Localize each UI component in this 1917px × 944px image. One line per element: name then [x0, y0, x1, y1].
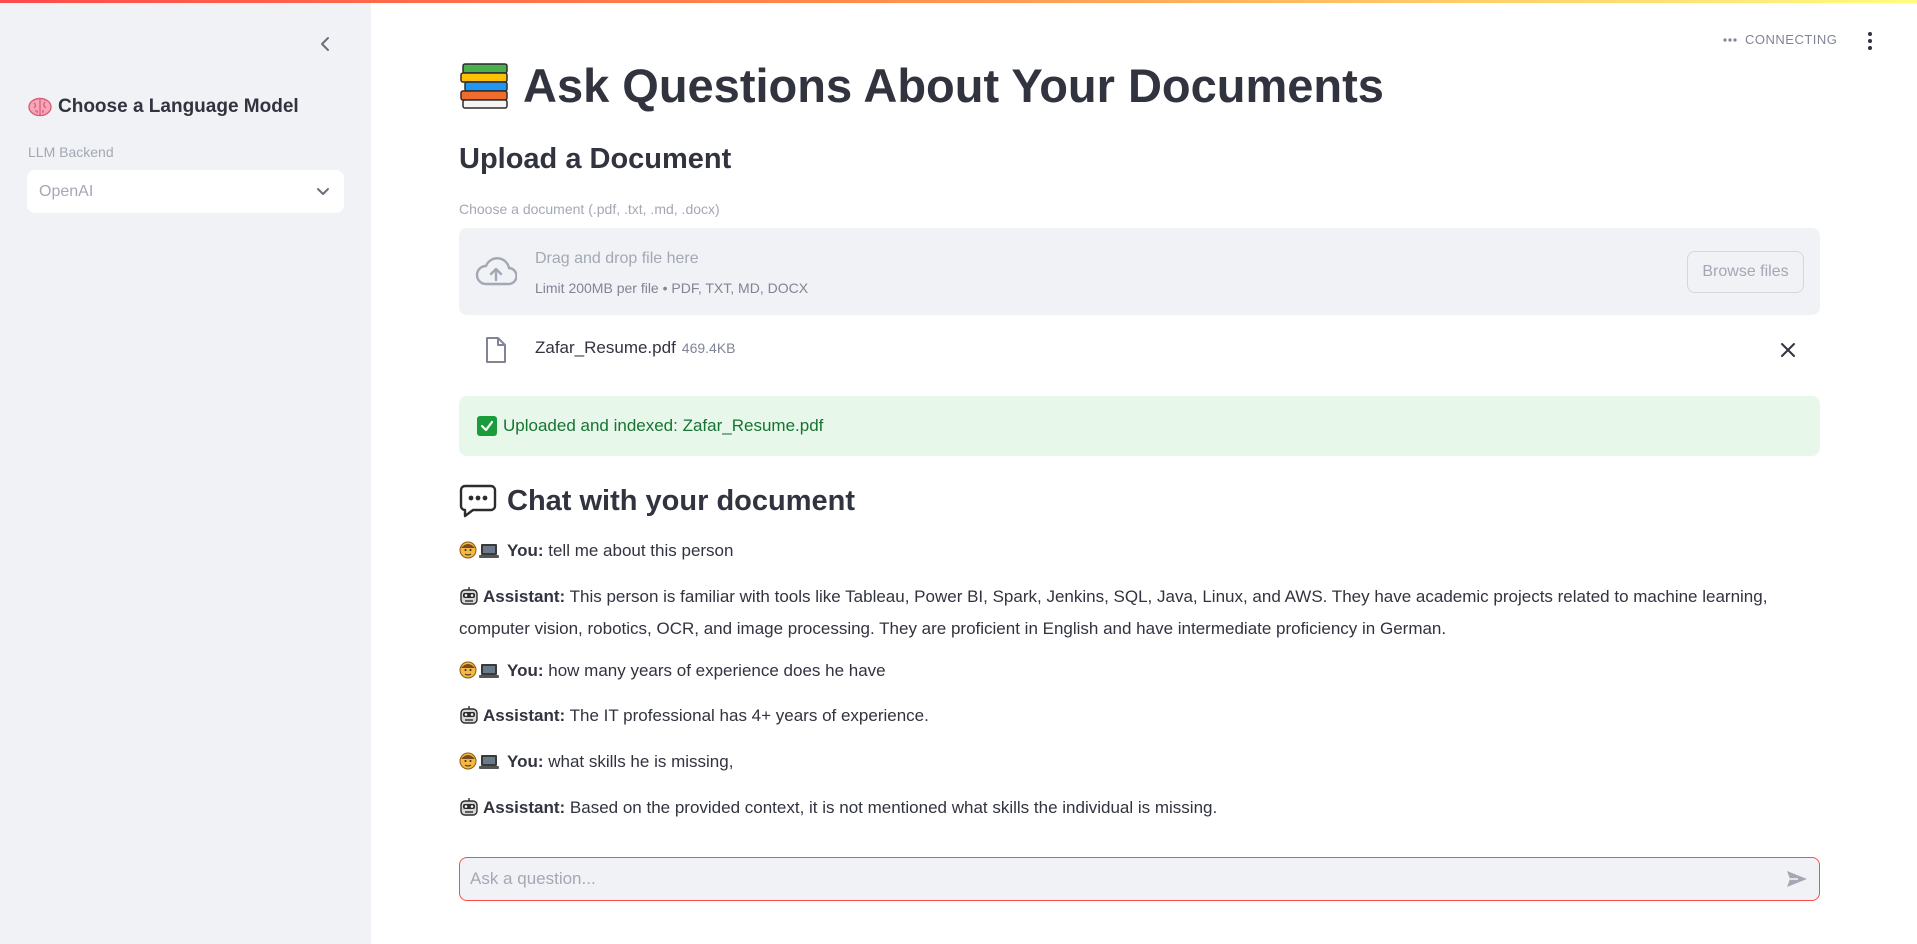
chevron-left-icon	[321, 37, 329, 51]
uploaded-file-name: Zafar_Resume.pdf	[535, 338, 676, 357]
dropzone-instructions: Drag and drop file here	[535, 250, 699, 267]
close-icon[interactable]	[1778, 340, 1798, 360]
chat-role: Assistant:	[483, 798, 566, 817]
sidebar: Choose a Language Model LLM Backend Open…	[0, 0, 371, 944]
uploaded-file-size: 469.4KB	[681, 340, 736, 356]
top-decoration-stripe	[0, 0, 1917, 3]
send-icon	[1787, 871, 1807, 887]
chat-message-assistant: Assistant: The IT professional has 4+ ye…	[459, 702, 1820, 734]
chat-role: You:	[507, 541, 544, 560]
chat-heading: Chat with your document	[459, 484, 855, 518]
uploader-label: Choose a document (.pdf, .txt, .md, .doc…	[459, 201, 720, 217]
page-title: Ask Questions About Your Documents	[459, 58, 1384, 113]
chat-role: Assistant:	[483, 706, 566, 725]
chat-text: The IT professional has 4+ years of expe…	[569, 706, 929, 725]
success-alert: Uploaded and indexed: Zafar_Resume.pdf	[459, 396, 1820, 456]
sidebar-heading: Choose a Language Model	[28, 96, 299, 118]
chat-input[interactable]	[468, 859, 1775, 899]
dropzone-limit: Limit 200MB per file • PDF, TXT, MD, DOC…	[535, 280, 809, 296]
cloud-upload-icon	[475, 257, 517, 286]
books-icon	[460, 62, 508, 109]
upload-heading: Upload a Document	[459, 143, 732, 175]
speech-bubble-icon	[459, 484, 497, 518]
send-button[interactable]	[1775, 859, 1819, 899]
brain-icon	[28, 97, 52, 117]
llm-backend-select[interactable]: OpenAI	[27, 170, 344, 213]
chat-text: Based on the provided context, it is not…	[569, 798, 1218, 817]
chat-text: This person is familiar with tools like …	[459, 587, 1768, 638]
user-avatar-icon	[459, 540, 503, 569]
robot-icon	[459, 586, 479, 615]
user-avatar-icon	[459, 660, 503, 689]
chat-message-assistant: Assistant: This person is familiar with …	[459, 583, 1820, 643]
chat-role: You:	[507, 661, 544, 680]
chat-text: tell me about this person	[548, 541, 734, 560]
chat-text: how many years of experience does he hav…	[548, 661, 886, 680]
chat-input-container	[459, 857, 1820, 901]
collapse-sidebar-button[interactable]	[313, 32, 337, 56]
page-title-text: Ask Questions About Your Documents	[523, 59, 1384, 112]
llm-backend-label: LLM Backend	[28, 144, 114, 160]
chat-message-assistant: Assistant: Based on the provided context…	[459, 794, 1820, 826]
browse-files-button[interactable]: Browse files	[1687, 251, 1804, 293]
menu-dot	[1868, 39, 1872, 43]
success-alert-text: Uploaded and indexed: Zafar_Resume.pdf	[503, 416, 824, 435]
chat-message-user: You: how many years of experience does h…	[459, 657, 1820, 689]
menu-dot	[1868, 32, 1872, 36]
check-mark-icon	[477, 416, 497, 436]
file-dropzone[interactable]: Drag and drop file here Limit 200MB per …	[459, 228, 1820, 315]
chat-role: Assistant:	[483, 587, 566, 606]
robot-icon	[459, 705, 479, 734]
chevron-down-icon	[317, 187, 329, 195]
ellipsis-icon	[1723, 37, 1737, 42]
connection-status-text: CONNECTING	[1745, 32, 1838, 47]
file-icon	[486, 337, 506, 363]
chat-message-user: You: what skills he is missing,	[459, 748, 1820, 780]
chat-message-user: You: tell me about this person	[459, 537, 1820, 569]
chat-heading-text: Chat with your document	[507, 484, 855, 517]
user-avatar-icon	[459, 751, 503, 780]
sidebar-heading-text: Choose a Language Model	[58, 96, 299, 117]
chat-text: what skills he is missing,	[548, 752, 734, 771]
connection-status: CONNECTING	[1723, 32, 1837, 47]
robot-icon	[459, 797, 479, 826]
uploaded-file-info: Zafar_Resume.pdf 469.4KB	[535, 338, 736, 358]
uploaded-file-row: Zafar_Resume.pdf 469.4KB	[459, 328, 1820, 374]
llm-backend-value: OpenAI	[39, 182, 94, 200]
menu-dot	[1868, 46, 1872, 50]
main-menu-button[interactable]	[1862, 30, 1878, 52]
chat-role: You:	[507, 752, 544, 771]
